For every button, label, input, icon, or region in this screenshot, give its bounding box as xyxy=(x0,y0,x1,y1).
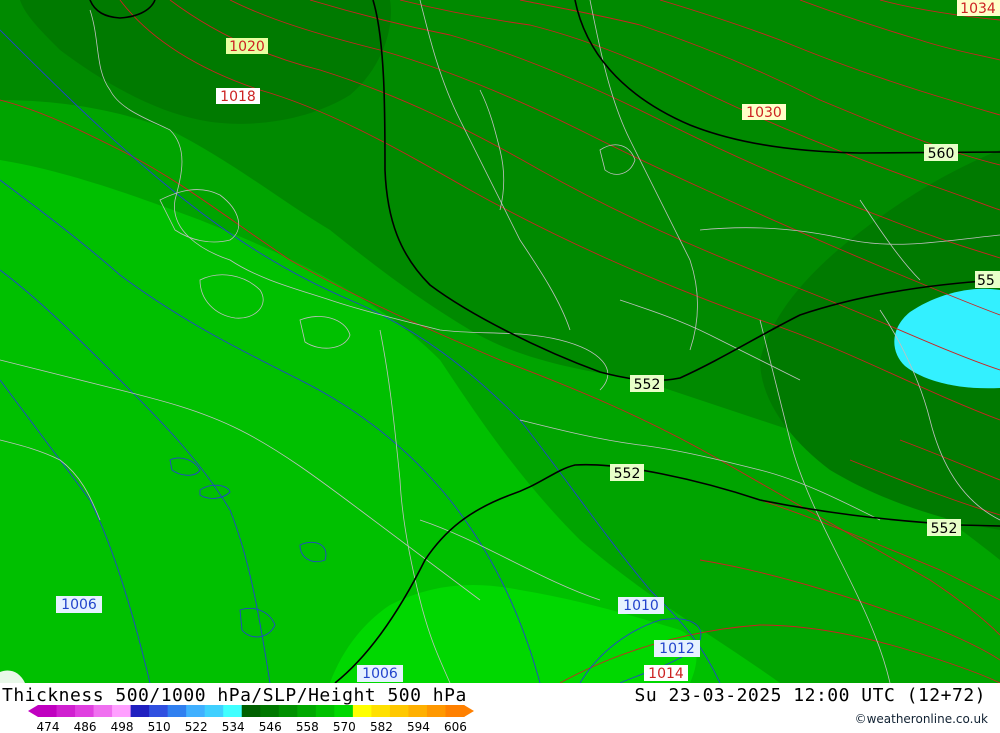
run-time: Su 23-03-2025 12:00 UTC (12+72) xyxy=(634,685,986,706)
scale-swatch xyxy=(167,705,187,717)
height-label-560: 560 xyxy=(924,144,958,162)
scale-arrow-right xyxy=(464,705,474,717)
scale-swatch xyxy=(241,705,261,717)
scale-swatch xyxy=(278,705,298,717)
svg-text:1034: 1034 xyxy=(960,1,996,17)
svg-text:55: 55 xyxy=(977,273,995,289)
svg-text:1030: 1030 xyxy=(746,105,782,121)
scale-swatch xyxy=(408,705,428,717)
scale-swatch xyxy=(315,705,335,717)
height-label-552-c: 552 xyxy=(927,519,961,537)
scale-tick-label: 582 xyxy=(370,720,393,733)
weather-map: 1020 1018 1030 1034 1014 1006 1010 1012 … xyxy=(0,0,1000,683)
scale-tick-label: 594 xyxy=(407,720,430,733)
scale-swatches xyxy=(28,705,474,717)
scale-tick-label: 546 xyxy=(259,720,282,733)
slp-high-label-3: 1030 xyxy=(742,104,786,121)
scale-swatch xyxy=(297,705,317,717)
svg-text:1018: 1018 xyxy=(220,89,256,105)
scale-swatch xyxy=(56,705,76,717)
scale-swatch xyxy=(352,705,372,717)
slp-low-label-4: 1006 xyxy=(357,665,403,682)
scale-swatch xyxy=(130,705,150,717)
scale-swatch xyxy=(389,705,409,717)
svg-text:1006: 1006 xyxy=(362,666,398,682)
scale-ticks: 474 486 498 510 522 534 546 558 570 582 594 606 xyxy=(37,720,467,733)
slp-high-label-5: 1014 xyxy=(644,665,688,682)
height-label-552-a: 552 xyxy=(630,375,664,393)
scale-tick-label: 606 xyxy=(444,720,467,733)
thickness-color-scale: 474 486 498 510 522 534 546 558 570 582 594 606 xyxy=(28,705,474,733)
scale-tick-label: 534 xyxy=(222,720,245,733)
svg-text:552: 552 xyxy=(634,377,661,393)
svg-text:1012: 1012 xyxy=(659,641,695,657)
scale-swatch xyxy=(149,705,169,717)
slp-low-label-2: 1010 xyxy=(618,597,664,614)
svg-text:552: 552 xyxy=(614,466,641,482)
scale-swatch xyxy=(334,705,354,717)
scale-tick-label: 498 xyxy=(111,720,134,733)
svg-text:1010: 1010 xyxy=(623,598,659,614)
slp-high-label-4: 1034 xyxy=(957,0,1000,17)
scale-swatch xyxy=(223,705,243,717)
scale-tick-label: 474 xyxy=(37,720,60,733)
credit-text: ©weatheronline.co.uk xyxy=(854,712,988,726)
scale-swatch xyxy=(426,705,446,717)
footer-bar: Thickness 500/1000 hPa/SLP/Height 500 hP… xyxy=(0,683,1000,733)
svg-text:560: 560 xyxy=(928,146,955,162)
scale-tick-label: 486 xyxy=(74,720,97,733)
scale-swatch xyxy=(260,705,280,717)
scale-swatch xyxy=(93,705,113,717)
map-title: Thickness 500/1000 hPa/SLP/Height 500 hP… xyxy=(2,685,467,706)
height-label-55-edge: 55 xyxy=(975,271,1000,289)
scale-swatch xyxy=(38,705,58,717)
scale-arrow-left xyxy=(28,705,38,717)
scale-tick-label: 522 xyxy=(185,720,208,733)
scale-tick-label: 558 xyxy=(296,720,319,733)
scale-swatch xyxy=(204,705,224,717)
height-label-552-b: 552 xyxy=(610,464,644,482)
svg-text:1006: 1006 xyxy=(61,597,97,613)
scale-swatch xyxy=(371,705,391,717)
scale-swatch xyxy=(75,705,95,717)
scale-swatch xyxy=(186,705,206,717)
slp-high-label-2: 1018 xyxy=(216,88,260,105)
svg-text:1014: 1014 xyxy=(648,666,684,682)
svg-text:1020: 1020 xyxy=(229,39,265,55)
slp-low-label-3: 1012 xyxy=(654,640,700,657)
slp-low-label-1: 1006 xyxy=(56,596,102,613)
scale-tick-label: 570 xyxy=(333,720,356,733)
slp-high-label-1: 1020 xyxy=(226,38,268,55)
scale-tick-label: 510 xyxy=(148,720,171,733)
svg-text:552: 552 xyxy=(931,521,958,537)
scale-swatch xyxy=(112,705,132,717)
scale-swatch xyxy=(445,705,465,717)
